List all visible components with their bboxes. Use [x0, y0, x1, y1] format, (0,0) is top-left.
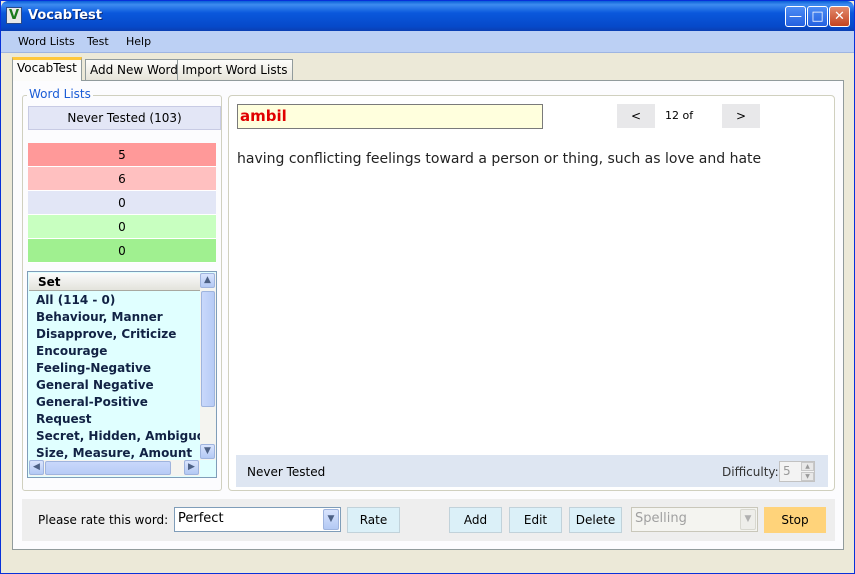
set-list-vertical-scrollbar[interactable]: ▲ ▼: [200, 273, 216, 460]
word-lists-title: Word Lists: [27, 87, 93, 101]
maximize-button[interactable]: □: [807, 6, 828, 27]
vertical-scroll-thumb[interactable]: [201, 291, 215, 407]
set-item[interactable]: General-Positive: [29, 394, 200, 411]
set-list[interactable]: Set All (114 - 0) Behaviour, Manner Disa…: [27, 271, 217, 478]
set-item[interactable]: Behaviour, Manner: [29, 309, 200, 326]
rating-value: Perfect: [178, 511, 224, 526]
menu-bar: Word Lists Test Help: [1, 31, 854, 53]
maximize-icon: □: [811, 9, 824, 24]
tab-vocabtest[interactable]: VocabTest: [12, 57, 82, 81]
scroll-right-icon[interactable]: ▶: [184, 460, 199, 475]
test-mode-value: Spelling: [635, 511, 687, 526]
never-tested-button[interactable]: Never Tested (103): [28, 106, 221, 130]
scroll-up-icon[interactable]: ▲: [200, 273, 215, 288]
set-item[interactable]: General Negative: [29, 377, 200, 394]
set-item[interactable]: Request: [29, 411, 200, 428]
next-word-button[interactable]: >: [722, 104, 760, 128]
set-column-header[interactable]: Set: [29, 273, 200, 291]
minimize-icon: —: [789, 9, 802, 24]
delete-button[interactable]: Delete: [569, 507, 622, 533]
level-1-bucket[interactable]: 5: [28, 143, 216, 167]
menu-word-lists[interactable]: Word Lists: [18, 35, 75, 48]
minimize-button[interactable]: —: [785, 6, 806, 27]
word-counter: 12 of: [665, 109, 694, 122]
chevron-left-icon: <: [630, 109, 642, 123]
tab-import-word-lists[interactable]: Import Word Lists: [177, 59, 293, 80]
chevron-down-icon[interactable]: ▼: [740, 509, 756, 530]
level-2-bucket[interactable]: 6: [28, 167, 216, 191]
word-status: Never Tested: [247, 465, 326, 479]
chevron-down-icon[interactable]: ▼: [323, 509, 339, 530]
set-list-horizontal-scrollbar[interactable]: ◀ ▶: [29, 460, 200, 476]
scroll-down-icon[interactable]: ▼: [200, 444, 215, 459]
level-3-bucket[interactable]: 0: [28, 191, 216, 215]
difficulty-spinner[interactable]: 5 ▲ ▼: [779, 461, 815, 482]
spin-down-icon[interactable]: ▼: [801, 472, 814, 481]
add-button[interactable]: Add: [449, 507, 502, 533]
level-4-bucket[interactable]: 0: [28, 215, 216, 239]
difficulty-label: Difficulty:: [722, 465, 779, 479]
stop-button[interactable]: Stop: [764, 507, 826, 533]
set-item[interactable]: Encourage: [29, 343, 200, 360]
word-field[interactable]: ambil: [237, 104, 543, 129]
previous-word-button[interactable]: <: [617, 104, 655, 128]
set-item[interactable]: All (114 - 0): [29, 292, 200, 309]
title-bar[interactable]: V VocabTest — □ ✕: [1, 1, 854, 31]
word-definition: having conflicting feelings toward a per…: [237, 151, 762, 167]
set-list-body: All (114 - 0) Behaviour, Manner Disappro…: [29, 292, 200, 460]
menu-help[interactable]: Help: [126, 35, 151, 48]
spin-up-icon[interactable]: ▲: [801, 462, 814, 471]
window-title: VocabTest: [28, 8, 102, 23]
rating-select[interactable]: Perfect ▼: [174, 507, 341, 532]
menu-test[interactable]: Test: [87, 35, 109, 48]
set-item[interactable]: Feeling-Negative: [29, 360, 200, 377]
set-item[interactable]: Secret, Hidden, Ambiguous: [29, 428, 200, 445]
horizontal-scroll-thumb[interactable]: [45, 461, 171, 475]
scroll-left-icon[interactable]: ◀: [29, 460, 44, 475]
rate-label: Please rate this word:: [38, 513, 169, 527]
set-item[interactable]: Size, Measure, Amount: [29, 445, 200, 460]
edit-button[interactable]: Edit: [509, 507, 562, 533]
set-item[interactable]: Disapprove, Criticize: [29, 326, 200, 343]
rate-button[interactable]: Rate: [347, 507, 400, 533]
close-icon: ✕: [834, 9, 845, 24]
app-window: V VocabTest — □ ✕ Word Lists Test Help V…: [0, 0, 855, 574]
chevron-right-icon: >: [735, 109, 747, 123]
test-mode-select[interactable]: Spelling ▼: [631, 507, 758, 532]
difficulty-value: 5: [783, 464, 791, 478]
level-5-bucket[interactable]: 0: [28, 239, 216, 263]
card-status-bar: Never Tested Difficulty: 5 ▲ ▼: [236, 455, 828, 487]
close-button[interactable]: ✕: [829, 6, 850, 27]
app-logo-icon: V: [6, 7, 22, 24]
tab-add-new-word[interactable]: Add New Word: [85, 59, 183, 80]
